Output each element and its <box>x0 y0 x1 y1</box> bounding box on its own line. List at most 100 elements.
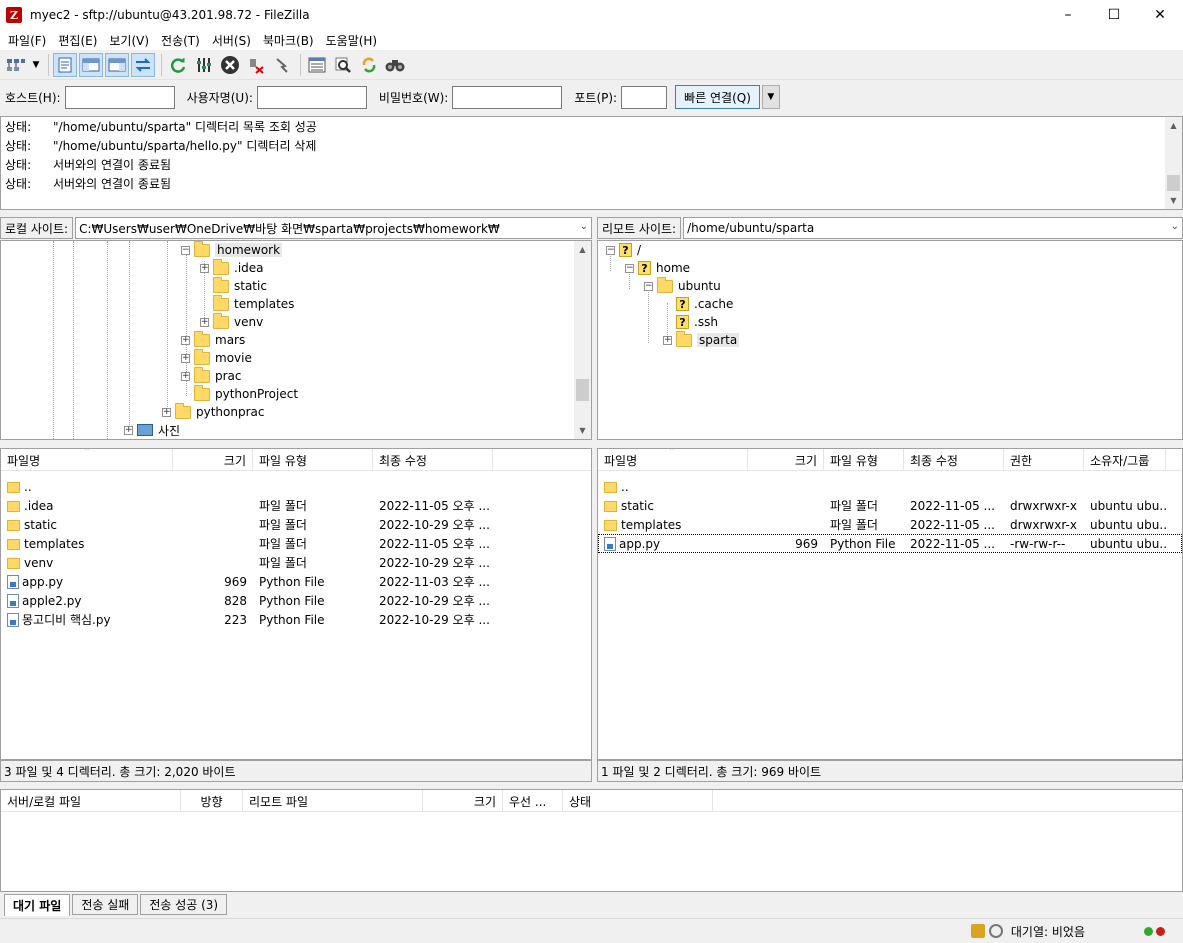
expand-icon[interactable]: + <box>124 425 133 435</box>
chevron-down-icon[interactable]: ⌄ <box>580 221 588 232</box>
file-row[interactable]: app.py 969 Python File 2022-11-03 오후 ... <box>1 572 591 591</box>
scroll-down-icon[interactable]: ▼ <box>574 422 591 439</box>
menu-help[interactable]: 도움말(H) <box>320 32 384 49</box>
menu-view[interactable]: 보기(V) <box>103 32 155 49</box>
process-queue-icon[interactable] <box>192 53 216 77</box>
collapse-icon[interactable]: − <box>181 245 190 255</box>
tab-failed-transfers[interactable]: 전송 실패 <box>72 894 139 915</box>
expand-icon[interactable]: + <box>200 263 209 273</box>
tree-node-photos[interactable]: + 사진 <box>124 421 180 439</box>
collapse-icon[interactable]: − <box>606 245 615 255</box>
menu-transfer[interactable]: 전송(T) <box>155 32 206 49</box>
column-status[interactable]: 상태 <box>563 790 713 812</box>
tree-node-sparta[interactable]: + sparta <box>663 330 740 349</box>
file-row[interactable]: 몽고디비 핵심.py 223 Python File 2022-10-29 오후… <box>1 610 591 629</box>
scroll-up-icon[interactable]: ▲ <box>1165 117 1182 134</box>
column-local-file[interactable]: 서버/로컬 파일 <box>1 790 181 812</box>
scroll-up-icon[interactable]: ▲ <box>574 241 591 258</box>
maximize-button[interactable]: ☐ <box>1091 0 1137 30</box>
username-input[interactable] <box>256 85 367 109</box>
collapse-icon[interactable]: − <box>625 263 634 273</box>
file-row[interactable]: .idea 파일 폴더 2022-11-05 오후 ... <box>1 496 591 515</box>
tree-node-cache[interactable]: ? .cache <box>663 295 733 313</box>
refresh-icon[interactable] <box>166 53 190 77</box>
local-path-input[interactable]: C:₩Users₩user₩OneDrive₩바탕 화면₩sparta₩proj… <box>75 217 592 239</box>
menu-edit[interactable]: 편집(E) <box>52 32 103 49</box>
file-row[interactable]: static 파일 폴더 2022-11-05 ... drwxrwxr-x u… <box>598 496 1182 515</box>
tree-node-static[interactable]: static <box>200 276 267 295</box>
toggle-remote-tree-icon[interactable] <box>105 52 129 77</box>
directory-listing-filter-icon[interactable] <box>305 53 329 77</box>
file-row[interactable]: templates 파일 폴더 2022-11-05 ... drwxrwxr-… <box>598 515 1182 534</box>
expand-icon[interactable]: + <box>181 353 190 363</box>
file-row[interactable]: templates 파일 폴더 2022-11-05 오후 ... <box>1 534 591 553</box>
scroll-thumb[interactable] <box>1167 175 1180 191</box>
tree-node-mars[interactable]: + mars <box>181 330 245 349</box>
column-size[interactable]: 크기 <box>748 449 824 471</box>
column-filetype[interactable]: 파일 유형 <box>824 449 904 471</box>
expand-icon[interactable]: + <box>200 317 209 327</box>
log-scrollbar[interactable]: ▲ ▼ <box>1165 117 1182 209</box>
minimize-button[interactable]: – <box>1045 0 1091 30</box>
menu-bookmarks[interactable]: 북마크(B) <box>257 32 320 49</box>
collapse-icon[interactable]: − <box>644 281 653 291</box>
port-input[interactable] <box>621 85 668 109</box>
chevron-down-icon[interactable]: ⌄ <box>1171 221 1179 232</box>
compare-icon[interactable] <box>383 53 407 77</box>
tree-node-home[interactable]: − ? home <box>625 259 690 277</box>
tree-node-pythonproject[interactable]: pythonProject <box>181 384 298 403</box>
expand-icon[interactable]: + <box>181 371 190 381</box>
tree-node-prac[interactable]: + prac <box>181 366 242 385</box>
search-icon[interactable] <box>331 53 355 77</box>
speed-limit-icon[interactable] <box>988 924 1003 938</box>
tree-node-templates[interactable]: templates <box>200 294 294 313</box>
tree-node-pythonprac[interactable]: + pythonprac <box>162 402 264 421</box>
column-filetype[interactable]: 파일 유형 <box>253 449 373 471</box>
file-row-focused[interactable]: app.py 969 Python File 2022-11-05 ... -r… <box>598 534 1182 553</box>
column-modified[interactable]: 최종 수정 <box>373 449 493 471</box>
tab-successful-transfers[interactable]: 전송 성공 (3) <box>140 894 228 915</box>
toggle-log-icon[interactable] <box>53 52 77 77</box>
quickconnect-dropdown-icon[interactable]: ▼ <box>761 85 780 109</box>
column-owner[interactable]: 소유자/그룹 <box>1084 449 1166 471</box>
column-modified[interactable]: 최종 수정 <box>904 449 1004 471</box>
column-size[interactable]: 크기 <box>423 790 503 812</box>
scroll-down-icon[interactable]: ▼ <box>1165 192 1182 209</box>
file-row[interactable]: apple2.py 828 Python File 2022-10-29 오후 … <box>1 591 591 610</box>
quickconnect-button[interactable]: 빠른 연결(Q) <box>675 85 760 109</box>
reconnect-icon[interactable] <box>270 53 294 77</box>
tree-node-movie[interactable]: + movie <box>181 348 252 367</box>
column-size[interactable]: 크기 <box>173 449 253 471</box>
close-button[interactable]: ✕ <box>1137 0 1183 30</box>
column-priority[interactable]: 우선 ... <box>503 790 563 812</box>
menu-file[interactable]: 파일(F) <box>2 32 52 49</box>
column-permissions[interactable]: 권한 <box>1004 449 1084 471</box>
tree-node-venv[interactable]: + venv <box>200 312 263 331</box>
file-row[interactable]: static 파일 폴더 2022-10-29 오후 ... <box>1 515 591 534</box>
toggle-local-tree-icon[interactable] <box>79 52 103 77</box>
expand-icon[interactable]: + <box>663 335 672 345</box>
column-remote-file[interactable]: 리모트 파일 <box>243 790 423 812</box>
file-row-parent[interactable]: .. <box>1 477 591 496</box>
sync-browse-icon[interactable] <box>357 53 381 77</box>
menu-server[interactable]: 서버(S) <box>206 32 257 49</box>
toggle-queue-icon[interactable] <box>131 52 155 77</box>
disconnect-icon[interactable] <box>244 53 268 77</box>
tree-node-ssh[interactable]: ? .ssh <box>663 313 718 331</box>
remote-path-input[interactable]: /home/ubuntu/sparta ⌄ <box>683 217 1183 239</box>
expand-icon[interactable]: + <box>162 407 171 417</box>
tree-node-root[interactable]: − ? / <box>606 241 641 259</box>
tree-node-homework[interactable]: − homework <box>181 241 283 259</box>
column-direction[interactable]: 방향 <box>181 790 243 812</box>
password-input[interactable] <box>452 85 563 109</box>
host-input[interactable] <box>64 85 175 109</box>
local-tree-scrollbar[interactable]: ▲ ▼ <box>574 241 591 439</box>
scroll-thumb[interactable] <box>576 379 589 401</box>
file-row[interactable]: venv 파일 폴더 2022-10-29 오후 ... <box>1 553 591 572</box>
tab-queued-files[interactable]: 대기 파일 <box>4 894 71 916</box>
expand-icon[interactable]: + <box>181 335 190 345</box>
tree-node-ubuntu[interactable]: − ubuntu <box>644 276 721 295</box>
cancel-icon[interactable] <box>218 53 242 77</box>
file-row-parent[interactable]: .. <box>598 477 1182 496</box>
tree-node-idea[interactable]: + .idea <box>200 258 264 277</box>
